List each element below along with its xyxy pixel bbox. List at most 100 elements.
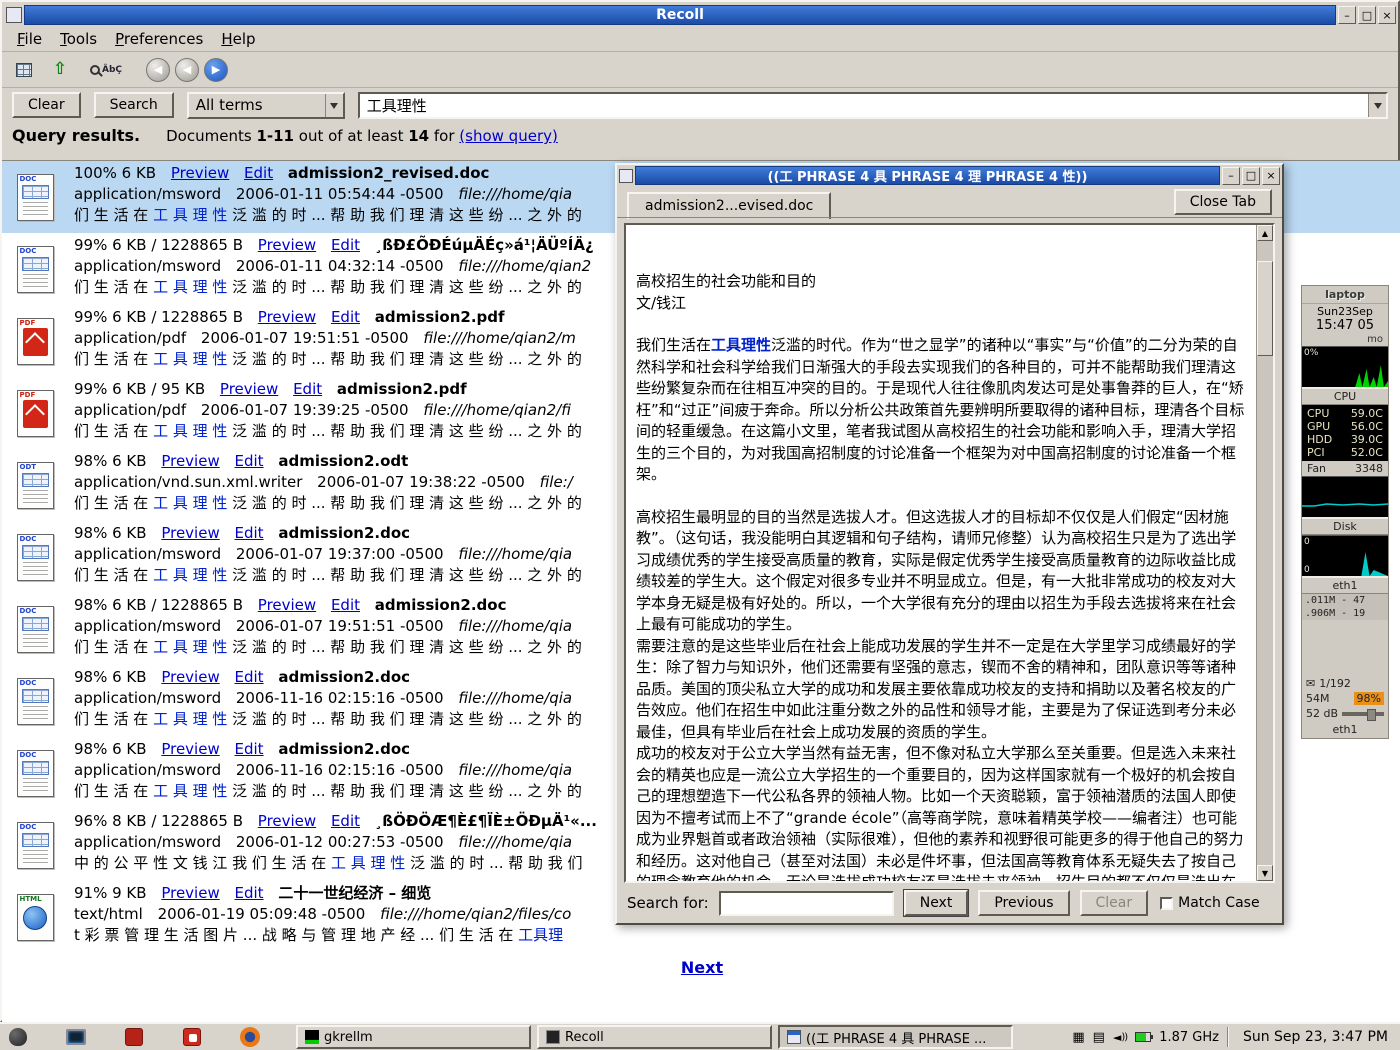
edit-link[interactable]: Edit xyxy=(235,740,264,758)
edit-link[interactable]: Edit xyxy=(331,308,360,326)
preview-link[interactable]: Preview xyxy=(161,524,219,542)
preview-link[interactable]: Preview xyxy=(258,308,316,326)
nav-back2-icon[interactable]: ◀ xyxy=(175,58,199,82)
battery-icon[interactable] xyxy=(1135,1032,1151,1042)
edit-link[interactable]: Edit xyxy=(331,596,360,614)
find-input[interactable] xyxy=(719,891,894,916)
volume-icon[interactable] xyxy=(1113,1031,1127,1044)
chevron-down-icon[interactable] xyxy=(325,94,343,117)
preview-link[interactable]: Preview xyxy=(161,884,219,902)
gkrellm-hostname[interactable]: laptop xyxy=(1302,286,1388,304)
close-tab-button[interactable]: Close Tab xyxy=(1174,189,1272,215)
mail-row[interactable]: 1/192 xyxy=(1302,676,1388,691)
maximize-button[interactable]: □ xyxy=(1358,6,1376,24)
memory-row[interactable]: 54M 98% xyxy=(1302,691,1388,706)
title-bar-drag[interactable]: Recoll xyxy=(24,5,1336,25)
preview-maximize-button[interactable]: □ xyxy=(1242,167,1260,185)
cpu-usage-chart[interactable]: 0% xyxy=(1302,346,1388,388)
preview-tab[interactable]: admission2...evised.doc xyxy=(627,192,831,219)
disk-chart[interactable]: 0 0 xyxy=(1302,535,1388,577)
preview-close-button[interactable]: × xyxy=(1262,167,1280,185)
results-summary: Documents 1-11 out of at least 14 for (s… xyxy=(166,127,558,145)
find-previous-button[interactable]: Previous xyxy=(978,890,1069,916)
show-query-detail-button[interactable] xyxy=(8,56,40,84)
result-mime: application/msword xyxy=(74,545,221,563)
paw-launcher-icon[interactable] xyxy=(6,1025,30,1049)
search-input[interactable]: 工具理性 xyxy=(358,92,1388,119)
preview-link[interactable]: Preview xyxy=(161,740,219,758)
clear-button[interactable]: Clear xyxy=(12,92,81,118)
preview-link[interactable]: Preview xyxy=(220,380,278,398)
file-icon-art xyxy=(23,400,48,428)
file-icon: DOC xyxy=(17,534,54,581)
menu-help[interactable]: Help xyxy=(212,27,264,51)
taskbar-task[interactable]: Recoll xyxy=(537,1025,772,1049)
taskbar-task[interactable]: gkrellm xyxy=(296,1025,531,1049)
edit-link[interactable]: Edit xyxy=(331,812,360,830)
edit-link[interactable]: Edit xyxy=(235,668,264,686)
cpu-usage-value: 0% xyxy=(1304,348,1318,358)
chevron-down-icon[interactable] xyxy=(1368,94,1386,117)
red-app2-launcher-icon[interactable] xyxy=(180,1025,204,1049)
taskbar-task[interactable]: ((工 PHRASE 4 具 PHRASE ... xyxy=(778,1025,1013,1049)
edit-link[interactable]: Edit xyxy=(235,452,264,470)
preview-paragraph: 需要注意的是这些毕业后在社会上能成功发展的学生并不一定是在大学里学习成绩最好的学… xyxy=(636,636,1246,744)
toolbar: ⇧ ÂbÇ ◀ ◀ ▶ xyxy=(2,52,1398,88)
file-type-badge: DOC xyxy=(20,607,37,615)
find-clear-button[interactable]: Clear xyxy=(1080,890,1149,916)
terminal-icon xyxy=(546,1030,560,1044)
temperature-chart[interactable] xyxy=(1302,476,1388,518)
preview-link[interactable]: Preview xyxy=(258,236,316,254)
close-button[interactable]: × xyxy=(1378,6,1396,24)
menu-preferences[interactable]: Preferences xyxy=(106,27,212,51)
file-icon-art xyxy=(22,617,49,631)
result-icon-cell: DOC xyxy=(6,811,64,879)
term-explorer-button[interactable]: ÂbÇ xyxy=(80,56,132,84)
preview-document-pane[interactable]: 高校招生的社会功能和目的文/钱江我们生活在工具理性泛滥的时代。作为“世之显学”的… xyxy=(624,223,1275,883)
scroll-down-icon[interactable]: ▼ xyxy=(1257,865,1273,881)
scroll-up-icon[interactable]: ▲ xyxy=(1257,225,1273,241)
edit-link[interactable]: Edit xyxy=(235,524,264,542)
edit-link[interactable]: Edit xyxy=(293,380,322,398)
task-label: gkrellm xyxy=(324,1030,373,1045)
title-bar[interactable]: Recoll – □ × xyxy=(2,2,1398,26)
edit-link[interactable]: Edit xyxy=(244,164,273,182)
find-next-button[interactable]: Next xyxy=(904,890,969,916)
nav-forward-icon[interactable]: ▶ xyxy=(204,58,228,82)
menu-bar: FileToolsPreferencesHelp xyxy=(2,26,1398,52)
terminal-launcher-icon[interactable] xyxy=(64,1025,88,1049)
preview-scrollbar[interactable]: ▲ ▼ xyxy=(1256,225,1273,881)
edit-link[interactable]: Edit xyxy=(235,884,264,902)
show-query-link[interactable]: (show query) xyxy=(459,127,558,145)
scroll-thumb[interactable] xyxy=(1257,261,1273,356)
firefox-launcher-icon[interactable] xyxy=(238,1025,262,1049)
match-case-checkbox[interactable] xyxy=(1160,897,1173,910)
menu-tools[interactable]: Tools xyxy=(51,27,106,51)
keyboard-icon[interactable]: ▤ xyxy=(1093,1031,1105,1044)
result-relevance-size: 98% 6 KB xyxy=(74,668,147,686)
nav-back-icon[interactable]: ◀ xyxy=(146,58,170,82)
result-date: 2006-01-07 19:37:00 -0500 xyxy=(236,545,444,563)
edit-link[interactable]: Edit xyxy=(331,236,360,254)
scroll-track[interactable] xyxy=(1257,241,1273,865)
preview-minimize-button[interactable]: – xyxy=(1222,167,1240,185)
highlighted-term: 工 具 理 性 xyxy=(153,782,227,800)
minimize-button[interactable]: – xyxy=(1338,6,1356,24)
preview-link[interactable]: Preview xyxy=(161,452,219,470)
menu-file[interactable]: File xyxy=(8,27,51,51)
search-mode-select[interactable]: All terms xyxy=(187,92,345,119)
red-app-launcher-icon[interactable] xyxy=(122,1025,146,1049)
search-button[interactable]: Search xyxy=(94,92,174,118)
preview-link[interactable]: Preview xyxy=(258,812,316,830)
preview-link[interactable]: Preview xyxy=(161,668,219,686)
next-page-link[interactable]: Next xyxy=(681,958,723,977)
preview-link[interactable]: Preview xyxy=(258,596,316,614)
taskbar-clock[interactable]: Sun Sep 23, 3:47 PM xyxy=(1237,1029,1394,1045)
preview-link[interactable]: Preview xyxy=(171,164,229,182)
volume-row[interactable]: 52 dB xyxy=(1302,706,1388,721)
preview-title-bar[interactable]: ((工 PHRASE 4 具 PHRASE 4 理 PHRASE 4 性)) –… xyxy=(617,165,1282,186)
volume-slider[interactable] xyxy=(1342,712,1384,716)
sort-by-date-button[interactable]: ⇧ xyxy=(44,56,76,84)
input-grid-icon[interactable]: ▦ xyxy=(1072,1031,1084,1044)
temp-row: HDD39.0C xyxy=(1302,433,1388,446)
